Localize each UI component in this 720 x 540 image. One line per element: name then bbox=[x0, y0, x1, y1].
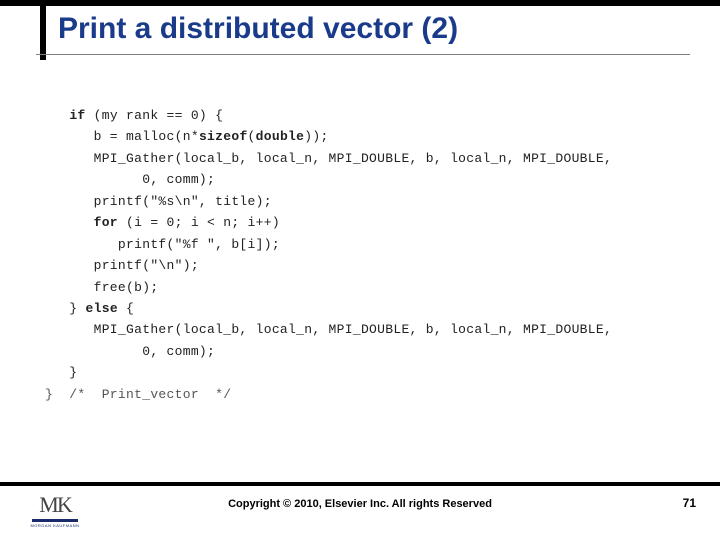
copyright-text: Copyright © 2010, Elsevier Inc. All righ… bbox=[0, 498, 720, 510]
left-accent-bar bbox=[40, 0, 46, 60]
title-underline bbox=[36, 54, 690, 55]
bottom-accent-bar bbox=[0, 482, 720, 486]
publisher-logo: MK MORGAN KAUFMANN bbox=[30, 490, 80, 530]
code-block: if (my rank == 0) { b = malloc(n*sizeof(… bbox=[45, 105, 688, 405]
logo-subtext: MORGAN KAUFMANN bbox=[30, 523, 79, 528]
logo-divider bbox=[32, 519, 78, 522]
slide-title: Print a distributed vector (2) bbox=[58, 12, 458, 46]
top-accent-bar bbox=[0, 0, 720, 6]
page-number: 71 bbox=[683, 496, 696, 510]
